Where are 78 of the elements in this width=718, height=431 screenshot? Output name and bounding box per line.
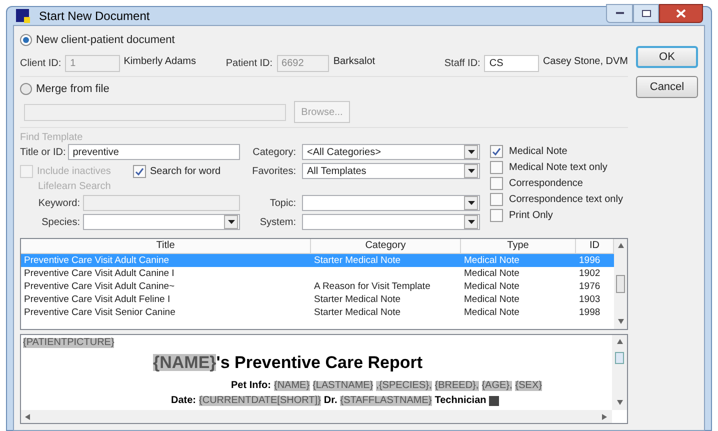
merge-field: {STAFFLASTNAME} bbox=[340, 396, 432, 406]
radio-label: New client-patient document bbox=[36, 33, 175, 48]
minimize-button[interactable] bbox=[606, 4, 633, 22]
scroll-down-icon[interactable] bbox=[618, 319, 624, 325]
keyword-field[interactable] bbox=[83, 195, 240, 211]
scroll-left-icon[interactable] bbox=[25, 414, 31, 420]
preview-text: Pet Info: bbox=[231, 381, 271, 391]
preview-text: Technician bbox=[434, 396, 486, 406]
preview-text: 's Preventive Care Report bbox=[216, 354, 423, 370]
staff-id-field[interactable]: CS bbox=[484, 54, 539, 72]
placeholder-block bbox=[489, 396, 500, 406]
checkbox[interactable] bbox=[490, 145, 503, 158]
title-or-id-label: Title or ID: bbox=[20, 146, 66, 160]
close-icon bbox=[676, 8, 686, 18]
merge-field: ,{SPECIES}, bbox=[376, 381, 432, 391]
favorites-dropdown[interactable]: All Templates bbox=[302, 163, 480, 179]
merge-field: {CURRENTDATE[SHORT]} bbox=[199, 396, 321, 406]
lifelearn-legend: Lifelearn Search bbox=[20, 182, 480, 192]
search-for-word-label: Search for word bbox=[150, 164, 221, 178]
favorites-label: Favorites: bbox=[251, 164, 296, 178]
horizontal-scrollbar[interactable] bbox=[21, 410, 612, 423]
type-filter-label: Medical Note text only bbox=[509, 161, 608, 175]
checkbox[interactable] bbox=[133, 164, 146, 178]
type-filter-label: Print Only bbox=[509, 209, 553, 223]
preview-text: Dr. bbox=[324, 396, 338, 406]
topic-label: Topic: bbox=[268, 196, 296, 210]
scroll-up-icon[interactable] bbox=[616, 339, 622, 345]
table-row[interactable]: Preventive Care Visit Adult Canine~ A Reason for Visit Template Medical Note 1976 bbox=[21, 280, 614, 293]
patient-name: Barksalot bbox=[333, 54, 376, 68]
dialog-button[interactable]: Cancel bbox=[636, 76, 698, 98]
close-button[interactable] bbox=[659, 4, 703, 22]
system-label: System: bbox=[258, 216, 296, 230]
include-inactives-label: Include inactives bbox=[37, 164, 112, 178]
find-template-legend: Find Template bbox=[20, 132, 628, 144]
staff-name: Casey Stone, DVM bbox=[542, 54, 628, 68]
type-filter-label: Medical Note bbox=[509, 145, 568, 159]
checkbox[interactable] bbox=[490, 193, 503, 206]
radio-button[interactable] bbox=[20, 34, 32, 46]
scrollbar-thumb[interactable] bbox=[616, 275, 625, 293]
staff-id-label: Staff ID: bbox=[444, 56, 480, 70]
title-or-id-field[interactable]: preventive bbox=[68, 144, 240, 160]
keyword-label: Keyword: bbox=[37, 196, 80, 210]
column-header[interactable]: Category bbox=[311, 239, 461, 253]
window-title: Start New Document bbox=[39, 8, 150, 25]
client-id-label: Client ID: bbox=[20, 56, 62, 70]
column-header[interactable]: Title bbox=[21, 239, 311, 253]
species-label: Species: bbox=[40, 216, 80, 230]
scroll-right-icon[interactable] bbox=[602, 414, 608, 420]
preview-scrollbar[interactable] bbox=[612, 335, 627, 410]
category-label: Category: bbox=[252, 146, 296, 160]
merge-field: {BREED}, bbox=[434, 381, 479, 391]
merge-field: {NAME} bbox=[153, 354, 216, 370]
checkbox[interactable] bbox=[490, 209, 503, 222]
merge-field: {AGE}, bbox=[482, 381, 512, 391]
table-row[interactable]: Preventive Care Visit Adult Canine I Medical Note 1902 bbox=[21, 267, 614, 280]
client-name: Kimberly Adams bbox=[124, 54, 197, 68]
table-row[interactable]: Preventive Care Visit Adult Feline I Starter Medical Note Medical Note 1903 bbox=[21, 293, 614, 306]
radio-label: Merge from file bbox=[36, 82, 110, 96]
column-header[interactable]: Type bbox=[461, 239, 576, 253]
maximize-button[interactable] bbox=[633, 4, 659, 22]
merge-field: {NAME} bbox=[274, 381, 310, 391]
file-path-field[interactable] bbox=[24, 104, 286, 120]
app-icon bbox=[15, 8, 31, 24]
type-filter-label: Correspondence bbox=[509, 177, 583, 191]
type-filter-label: Correspondence text only bbox=[509, 193, 623, 207]
scrollbar[interactable] bbox=[614, 239, 627, 329]
scroll-down-icon[interactable] bbox=[616, 400, 622, 406]
preview-text: Date: bbox=[171, 396, 196, 406]
radio-button[interactable] bbox=[20, 82, 32, 95]
scrollbar-thumb[interactable] bbox=[615, 352, 624, 364]
dialog-button[interactable]: OK bbox=[636, 46, 698, 68]
checkbox[interactable] bbox=[490, 161, 503, 174]
category-dropdown[interactable]: <All Categories> bbox=[302, 144, 480, 160]
table-row[interactable]: Preventive Care Visit Senior Canine Starter Medical Note Medical Note 1998 bbox=[21, 306, 614, 319]
checkbox[interactable] bbox=[490, 177, 503, 190]
merge-field: {SEX} bbox=[515, 381, 542, 391]
scroll-up-icon[interactable] bbox=[618, 243, 624, 249]
patient-id-label: Patient ID: bbox=[226, 56, 273, 70]
